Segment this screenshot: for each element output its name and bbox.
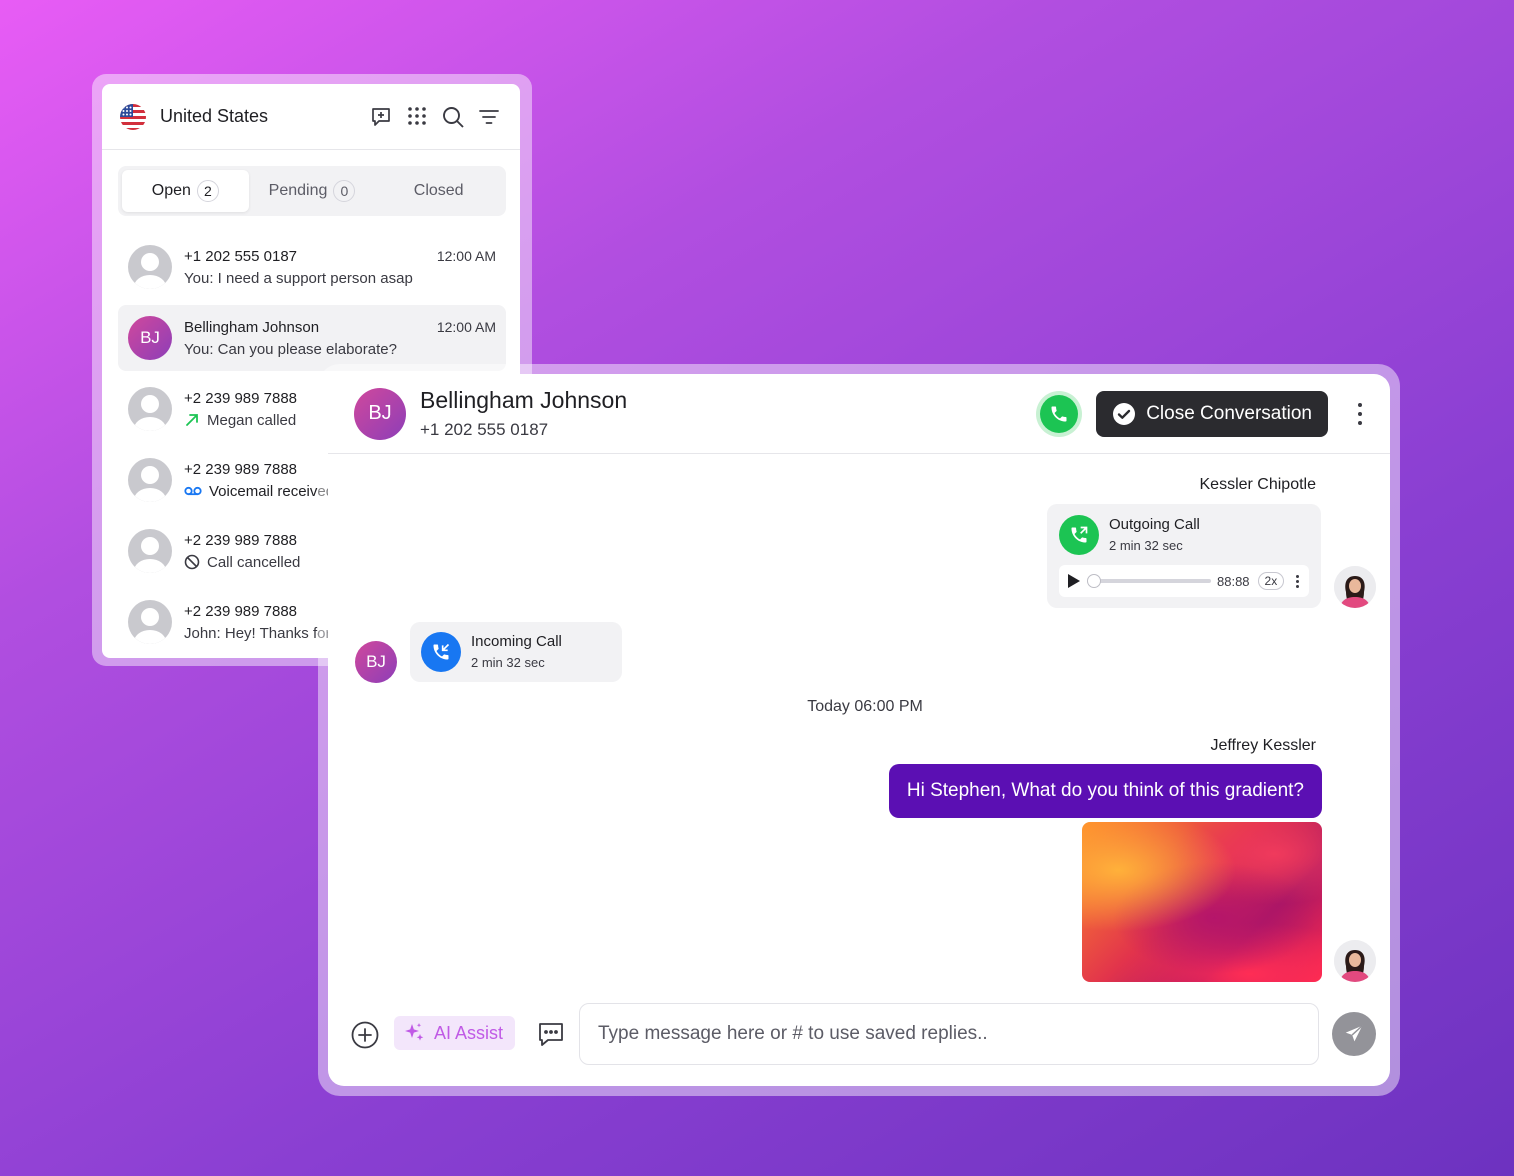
agent-avatar (1334, 940, 1376, 982)
tab-pending[interactable]: Pending 0 (249, 170, 376, 212)
tab-open-count: 2 (196, 180, 219, 202)
send-icon (1345, 1025, 1363, 1042)
sparkle-icon (405, 1023, 424, 1041)
incoming-call-icon (421, 632, 461, 672)
new-message-icon[interactable] (368, 104, 394, 130)
outgoing-call-card: Outgoing Call 2 min 32 sec 88:88 2x (1047, 504, 1321, 608)
saved-replies-icon[interactable] (536, 1019, 566, 1049)
conversation-preview-text: Megan called (207, 411, 297, 429)
sender-name: Jeffrey Kessler (1210, 737, 1316, 754)
sender-name: Kessler Chipotle (1199, 476, 1317, 493)
conversation-name: +1 202 555 0187 (184, 247, 298, 265)
conversation-name: +2 239 989 7888 (184, 602, 298, 620)
call-title: Incoming Call (471, 633, 562, 650)
tab-pending-label: Pending (268, 182, 328, 199)
conversation-preview-text: Voicemail received (209, 482, 335, 500)
status-tabs: Open 2 Pending 0 Closed (118, 166, 506, 216)
call-button[interactable] (1036, 390, 1083, 437)
voicemail-icon (184, 486, 202, 496)
outgoing-arrow-icon (186, 414, 198, 426)
outgoing-call-icon (1059, 515, 1099, 555)
tab-open[interactable]: Open 2 (122, 170, 249, 212)
attached-image[interactable] (1082, 822, 1322, 982)
conversation-name: +2 239 989 7888 (184, 460, 298, 478)
close-conversation-label: Close Conversation (1146, 402, 1312, 424)
conversation-time: 12:00 AM (436, 248, 496, 264)
message-input[interactable] (579, 1003, 1319, 1065)
call-duration: 2 min 32 sec (1109, 538, 1183, 553)
phone-icon (1040, 394, 1079, 433)
avatar[interactable]: BJ (354, 387, 406, 440)
playback-speed-button[interactable]: 2x (1257, 572, 1285, 590)
tab-pending-count: 0 (333, 180, 356, 202)
message-bubble: Hi Stephen, What do you think of this gr… (888, 764, 1322, 818)
tab-closed-label: Closed (413, 182, 464, 199)
audio-player: 88:88 2x (1059, 565, 1309, 597)
avatar-placeholder-icon (128, 458, 172, 502)
avatar-placeholder-icon (128, 529, 172, 573)
conversation-preview: You: Can you please elaborate? (184, 340, 397, 358)
send-button[interactable] (1332, 1012, 1376, 1056)
agent-avatar (1334, 566, 1376, 608)
avatar-placeholder-icon (128, 600, 172, 644)
avatar: BJ (128, 316, 172, 360)
chat-window: BJ Bellingham Johnson +1 202 555 0187 Cl… (328, 374, 1390, 1086)
avatar: BJ (355, 641, 397, 683)
avatar-placeholder-icon (128, 387, 172, 431)
header-actions (368, 104, 502, 130)
avatar-placeholder-icon (128, 245, 172, 289)
message-composer: AI Assist (328, 1002, 1390, 1066)
check-circle-icon (1113, 402, 1136, 425)
conversation-time: 12:00 AM (436, 319, 496, 335)
conversation-preview: You: I need a support person asap (184, 269, 413, 287)
conversation-preview-text: Call cancelled (207, 553, 301, 571)
dialpad-icon[interactable] (404, 104, 430, 130)
filter-icon[interactable] (476, 104, 502, 130)
contact-phone: +1 202 555 0187 (420, 420, 549, 439)
contact-name: Bellingham Johnson (420, 387, 628, 413)
chat-header: BJ Bellingham Johnson +1 202 555 0187 Cl… (328, 374, 1390, 454)
seek-bar[interactable] (1087, 574, 1211, 588)
us-flag-icon[interactable] (120, 103, 146, 130)
incoming-call-card: Incoming Call 2 min 32 sec (410, 622, 622, 682)
conversation-name: +2 239 989 7888 (184, 531, 298, 549)
day-separator: Today 06:00 PM (807, 698, 923, 715)
conversation-name: Bellingham Johnson (184, 318, 320, 336)
ai-assist-button[interactable]: AI Assist (394, 1016, 516, 1050)
list-header: United States (102, 84, 520, 150)
call-title: Outgoing Call (1109, 516, 1200, 533)
contact-info: Bellingham Johnson +1 202 555 0187 (420, 387, 1036, 440)
seek-knob[interactable] (1087, 574, 1101, 588)
player-time: 88:88 (1217, 573, 1250, 589)
conversation-item-selected[interactable]: BJ Bellingham Johnson 12:00 AM You: Can … (118, 305, 506, 371)
tab-closed[interactable]: Closed (375, 170, 502, 212)
search-icon[interactable] (440, 104, 466, 130)
more-options-icon[interactable] (1348, 402, 1372, 425)
close-conversation-button[interactable]: Close Conversation (1096, 390, 1328, 437)
ai-assist-label: AI Assist (434, 1022, 504, 1043)
call-duration: 2 min 32 sec (471, 655, 545, 670)
conversation-name: +2 239 989 7888 (184, 389, 298, 407)
tab-open-label: Open (151, 182, 191, 199)
conversation-item[interactable]: +1 202 555 0187 12:00 AM You: I need a s… (118, 234, 506, 300)
add-attachment-icon[interactable] (350, 1020, 380, 1050)
region-label[interactable]: United States (160, 106, 368, 127)
play-icon[interactable] (1067, 573, 1081, 589)
player-more-icon[interactable] (1296, 574, 1300, 588)
cancel-icon (184, 554, 200, 570)
